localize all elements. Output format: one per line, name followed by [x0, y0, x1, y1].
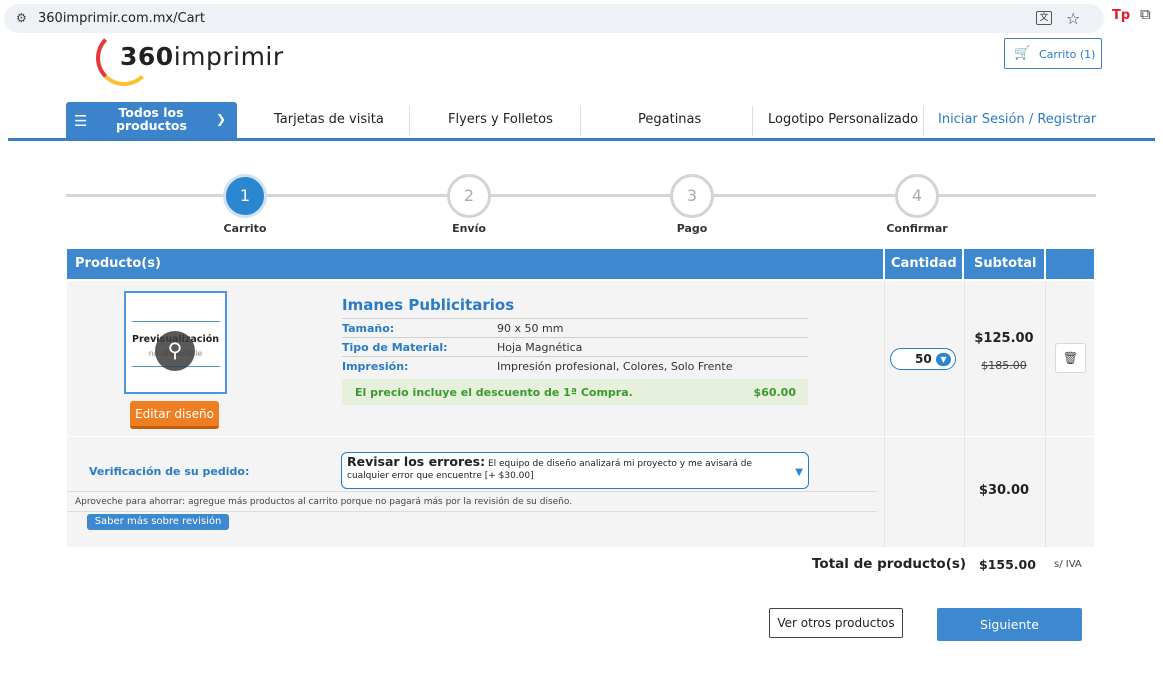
- cart-button[interactable]: 🛒 Carrito (1): [1004, 38, 1102, 69]
- learn-more-review-button[interactable]: Saber más sobre revisión: [87, 514, 229, 530]
- nav-divider: [409, 106, 410, 136]
- spec-key: Impresión:: [342, 360, 409, 373]
- step-number: 2: [447, 174, 491, 218]
- view-other-products-button[interactable]: Ver otros productos: [769, 608, 903, 638]
- tune-icon[interactable]: ⚙: [16, 11, 27, 25]
- design-review-row: Verificación de su pedido: Revisar los e…: [67, 437, 1094, 547]
- url-text[interactable]: 360imprimir.com.mx/Cart: [38, 11, 205, 26]
- site-logo[interactable]: 360imprimir: [96, 30, 316, 90]
- design-preview[interactable]: Previsualización no disponible ⚲: [124, 291, 227, 394]
- chevron-down-icon: ❯: [216, 112, 227, 126]
- row-divider: [67, 511, 877, 512]
- trash-icon: 🗑: [1062, 351, 1079, 365]
- discount-value: $60.00: [753, 386, 796, 399]
- header-quantity: Cantidad: [891, 256, 957, 271]
- column-divider: [884, 437, 885, 547]
- verification-label: Verificación de su pedido:: [89, 465, 250, 478]
- spec-value: Hoja Magnética: [497, 341, 583, 354]
- review-price: $30.00: [978, 483, 1030, 498]
- step-label: Pago: [676, 222, 708, 235]
- all-products-menu[interactable]: ☰ Todos los productos ❯: [66, 102, 237, 139]
- header-divider: [883, 249, 885, 279]
- delete-item-button[interactable]: 🗑: [1055, 343, 1086, 373]
- product-old-price: $185.00: [981, 359, 1027, 372]
- step-label: Envío: [452, 222, 486, 235]
- address-bar[interactable]: ⚙ 360imprimir.com.mx/Cart 文 ☆: [4, 4, 1104, 33]
- step-confirm: 4 Confirmar: [857, 174, 977, 235]
- browser-bar: ⚙ 360imprimir.com.mx/Cart 文 ☆ Tp ⧉: [0, 0, 1163, 37]
- bookmark-star-icon[interactable]: ☆: [1066, 9, 1080, 28]
- cart-label: Carrito (1): [1039, 48, 1096, 61]
- step-shipping: 2 Envío: [409, 174, 529, 235]
- spec-key: Tipo de Material:: [342, 341, 448, 354]
- cart-table-header: Producto(s) Cantidad Subtotal: [67, 249, 1094, 279]
- product-price: $125.00: [974, 331, 1034, 346]
- savings-note: Aproveche para ahorrar: agregue más prod…: [75, 497, 573, 507]
- spec-row: Impresión: Impresión profesional, Colore…: [342, 356, 808, 375]
- header-products: Producto(s): [75, 256, 161, 271]
- logo-text: 360imprimir: [120, 42, 284, 71]
- hamburger-icon: ☰: [74, 112, 88, 130]
- preview-guide-line: [132, 321, 220, 322]
- step-label: Carrito: [223, 222, 267, 235]
- nav-underline: [8, 138, 1155, 141]
- row-divider: [67, 491, 877, 492]
- step-cart: 1 Carrito: [185, 174, 305, 235]
- nav-item-stickers[interactable]: Pegatinas: [638, 112, 701, 127]
- step-label: Confirmar: [886, 222, 948, 235]
- extensions-puzzle-icon[interactable]: ⧉: [1140, 5, 1151, 23]
- tax-note: s/ IVA: [1054, 559, 1082, 570]
- nav-divider: [923, 106, 924, 136]
- step-payment: 3 Pago: [632, 174, 752, 235]
- column-divider: [884, 281, 885, 436]
- step-number: 4: [895, 174, 939, 218]
- chevron-down-icon: ▼: [795, 467, 803, 478]
- main-nav: ☰ Todos los productos ❯ Tarjetas de visi…: [0, 102, 1163, 142]
- chevron-down-icon: ▼: [936, 353, 951, 366]
- login-register-link[interactable]: Iniciar Sesión / Registrar: [938, 112, 1096, 127]
- nav-item-flyers[interactable]: Flyers y Folletos: [448, 112, 553, 127]
- nav-item-custom-logo[interactable]: Logotipo Personalizado: [768, 112, 918, 127]
- header-divider: [1044, 249, 1046, 279]
- translate-icon[interactable]: 文: [1036, 11, 1052, 25]
- all-products-label: Todos los productos: [116, 105, 187, 133]
- zoom-icon[interactable]: ⚲: [155, 331, 195, 371]
- product-name: Imanes Publicitarios: [342, 296, 515, 314]
- quantity-value: 50: [915, 352, 932, 366]
- spec-key: Tamaño:: [342, 322, 395, 335]
- column-divider: [1045, 437, 1046, 547]
- next-button[interactable]: Siguiente: [937, 608, 1082, 641]
- quantity-select[interactable]: 50 ▼: [890, 348, 956, 370]
- spec-value: 90 x 50 mm: [497, 322, 564, 335]
- cart-product-row: Previsualización no disponible ⚲ Editar …: [67, 281, 1094, 436]
- discount-text: El precio incluye el descuento de 1ª Com…: [355, 386, 633, 399]
- edit-design-button[interactable]: Editar diseño: [130, 401, 219, 429]
- spec-row: Tipo de Material: Hoja Magnética: [342, 337, 808, 356]
- column-divider: [1045, 281, 1046, 436]
- total-label: Total de producto(s): [812, 556, 967, 572]
- review-option-text: Revisar los errores: El equipo de diseño…: [347, 454, 752, 481]
- header-divider: [962, 249, 964, 279]
- spec-value: Impresión profesional, Colores, Solo Fre…: [497, 360, 733, 373]
- cart-icon: 🛒: [1014, 46, 1031, 61]
- spec-row: Tamaño: 90 x 50 mm: [342, 318, 808, 337]
- discount-banner: El precio incluye el descuento de 1ª Com…: [342, 379, 808, 405]
- review-option-select[interactable]: Revisar los errores: El equipo de diseño…: [341, 452, 809, 489]
- nav-divider: [580, 106, 581, 136]
- checkout-steps: 1 Carrito 2 Envío 3 Pago 4 Confirmar: [0, 170, 1163, 240]
- total-value: $155.00: [979, 557, 1036, 572]
- header-subtotal: Subtotal: [974, 256, 1037, 271]
- nav-divider: [752, 106, 753, 136]
- nav-item-business-cards[interactable]: Tarjetas de visita: [274, 112, 384, 127]
- step-number: 3: [670, 174, 714, 218]
- step-number: 1: [223, 174, 267, 218]
- extension-tp-icon[interactable]: Tp: [1112, 8, 1130, 23]
